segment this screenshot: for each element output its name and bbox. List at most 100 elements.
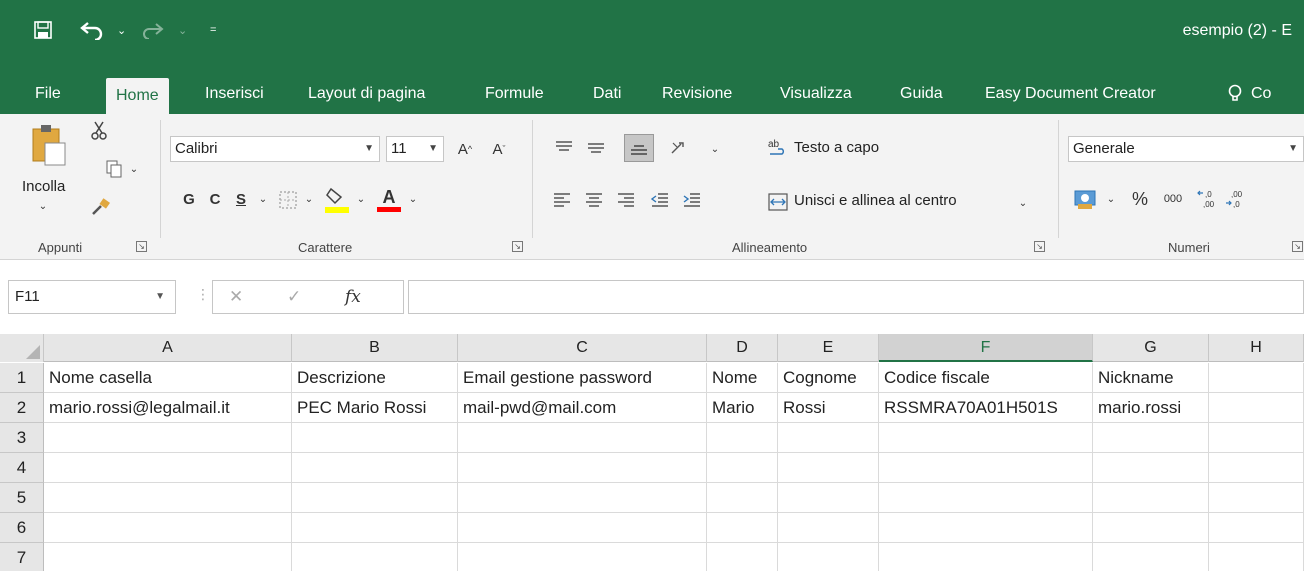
cancel-icon[interactable]: ✕ bbox=[229, 281, 243, 313]
cell-g4[interactable] bbox=[1093, 453, 1209, 483]
decrease-indent-icon[interactable] bbox=[648, 188, 672, 212]
formula-input[interactable] bbox=[408, 280, 1304, 314]
cell-e7[interactable] bbox=[778, 543, 879, 571]
cell-f4[interactable] bbox=[879, 453, 1093, 483]
cell-d3[interactable] bbox=[707, 423, 778, 453]
cell-c5[interactable] bbox=[458, 483, 707, 513]
cell-b5[interactable] bbox=[292, 483, 458, 513]
cell-g5[interactable] bbox=[1093, 483, 1209, 513]
cell-h6[interactable] bbox=[1209, 513, 1304, 543]
cell-d6[interactable] bbox=[707, 513, 778, 543]
cell-d5[interactable] bbox=[707, 483, 778, 513]
save-icon[interactable] bbox=[34, 18, 52, 42]
cell-f2[interactable]: RSSMRA70A01H501S bbox=[879, 393, 1093, 423]
align-right-icon[interactable] bbox=[614, 188, 638, 212]
paste-icon[interactable] bbox=[30, 122, 70, 168]
number-format-combo[interactable]: Generale ▼ bbox=[1068, 136, 1304, 162]
align-center-icon[interactable] bbox=[582, 188, 606, 212]
column-header-h[interactable]: H bbox=[1209, 334, 1304, 362]
copy-dropdown-icon[interactable]: ⌄ bbox=[128, 162, 140, 176]
fill-color-icon[interactable] bbox=[324, 184, 350, 214]
underline-dropdown-icon[interactable]: ⌄ bbox=[256, 190, 270, 208]
cell-c1[interactable]: Email gestione password bbox=[458, 363, 707, 393]
borders-icon[interactable] bbox=[276, 188, 300, 212]
tab-easy-document-creator[interactable]: Easy Document Creator bbox=[985, 74, 1156, 114]
font-color-icon[interactable]: A bbox=[376, 184, 402, 214]
thousands-separator-button[interactable]: 000 bbox=[1158, 186, 1188, 212]
accounting-format-icon[interactable] bbox=[1072, 186, 1100, 212]
borders-dropdown-icon[interactable]: ⌄ bbox=[302, 190, 316, 208]
tab-home[interactable]: Home bbox=[106, 78, 169, 114]
paste-dropdown-icon[interactable]: ⌄ bbox=[37, 200, 49, 212]
accounting-dropdown-icon[interactable]: ⌄ bbox=[1104, 190, 1118, 208]
format-painter-icon[interactable] bbox=[90, 196, 112, 218]
align-left-icon[interactable] bbox=[550, 188, 574, 212]
tab-layout-di-pagina[interactable]: Layout di pagina bbox=[308, 74, 425, 114]
cell-h7[interactable] bbox=[1209, 543, 1304, 571]
cell-e4[interactable] bbox=[778, 453, 879, 483]
row-header-4[interactable]: 4 bbox=[0, 453, 44, 483]
wrap-text-label[interactable]: Testo a capo bbox=[794, 139, 879, 156]
tab-visualizza[interactable]: Visualizza bbox=[780, 74, 852, 114]
insert-function-icon[interactable]: fx bbox=[345, 281, 361, 313]
undo-icon[interactable] bbox=[80, 18, 104, 42]
cell-h5[interactable] bbox=[1209, 483, 1304, 513]
column-header-a[interactable]: A bbox=[44, 334, 292, 362]
cell-d2[interactable]: Mario bbox=[707, 393, 778, 423]
column-header-d[interactable]: D bbox=[707, 334, 778, 362]
cell-a5[interactable] bbox=[44, 483, 292, 513]
cell-d4[interactable] bbox=[707, 453, 778, 483]
redo-dropdown-icon[interactable]: ⌄ bbox=[178, 18, 187, 42]
tab-inserisci[interactable]: Inserisci bbox=[205, 74, 264, 114]
wrap-text-icon[interactable]: ab bbox=[766, 136, 790, 160]
name-box[interactable]: F11 ▼ bbox=[8, 280, 176, 314]
tab-formule[interactable]: Formule bbox=[485, 74, 544, 114]
merge-center-icon[interactable] bbox=[766, 190, 790, 214]
copy-icon[interactable] bbox=[104, 159, 124, 179]
cell-a6[interactable] bbox=[44, 513, 292, 543]
redo-icon[interactable] bbox=[142, 18, 164, 42]
cell-h4[interactable] bbox=[1209, 453, 1304, 483]
decrease-decimal-icon[interactable]: ,00,0 bbox=[1224, 184, 1248, 214]
lightbulb-icon[interactable] bbox=[1228, 74, 1242, 114]
column-header-f[interactable]: F bbox=[879, 334, 1093, 362]
customize-toolbar-icon[interactable]: = bbox=[210, 18, 216, 42]
cell-a3[interactable] bbox=[44, 423, 292, 453]
cell-f5[interactable] bbox=[879, 483, 1093, 513]
merge-center-label[interactable]: Unisci e allinea al centro bbox=[794, 192, 957, 209]
cell-c6[interactable] bbox=[458, 513, 707, 543]
column-header-e[interactable]: E bbox=[778, 334, 879, 362]
cut-icon[interactable] bbox=[88, 120, 110, 142]
font-name-combo[interactable]: Calibri ▼ bbox=[170, 136, 380, 162]
select-all-button[interactable] bbox=[0, 334, 44, 362]
tell-me-label[interactable]: Co bbox=[1251, 74, 1271, 114]
cell-g2[interactable]: mario.rossi bbox=[1093, 393, 1209, 423]
chevron-down-icon[interactable]: ▼ bbox=[155, 281, 165, 313]
tab-dati[interactable]: Dati bbox=[593, 74, 621, 114]
cell-f1[interactable]: Codice fiscale bbox=[879, 363, 1093, 393]
cell-e3[interactable] bbox=[778, 423, 879, 453]
formula-bar-handle[interactable]: ⋮ bbox=[196, 286, 210, 303]
row-header-7[interactable]: 7 bbox=[0, 543, 44, 571]
cell-f7[interactable] bbox=[879, 543, 1093, 571]
cell-a7[interactable] bbox=[44, 543, 292, 571]
column-header-c[interactable]: C bbox=[458, 334, 707, 362]
align-bottom-icon[interactable] bbox=[624, 134, 654, 162]
cell-c2[interactable]: mail-pwd@mail.com bbox=[458, 393, 707, 423]
shrink-font-icon[interactable]: Aˇ bbox=[488, 138, 510, 160]
column-header-g[interactable]: G bbox=[1093, 334, 1209, 362]
undo-dropdown-icon[interactable]: ⌄ bbox=[117, 18, 126, 42]
cell-h3[interactable] bbox=[1209, 423, 1304, 453]
row-header-6[interactable]: 6 bbox=[0, 513, 44, 543]
tab-revisione[interactable]: Revisione bbox=[662, 74, 732, 114]
cell-b7[interactable] bbox=[292, 543, 458, 571]
row-header-1[interactable]: 1 bbox=[0, 363, 44, 393]
paste-label[interactable]: Incolla bbox=[22, 178, 65, 195]
cell-a1[interactable]: Nome casella bbox=[44, 363, 292, 393]
row-header-3[interactable]: 3 bbox=[0, 423, 44, 453]
merge-dropdown-icon[interactable]: ⌄ bbox=[1016, 194, 1030, 212]
cell-e5[interactable] bbox=[778, 483, 879, 513]
increase-indent-icon[interactable] bbox=[680, 188, 704, 212]
chevron-down-icon[interactable]: ▼ bbox=[1288, 137, 1298, 161]
cell-a2[interactable]: mario.rossi@legalmail.it bbox=[44, 393, 292, 423]
